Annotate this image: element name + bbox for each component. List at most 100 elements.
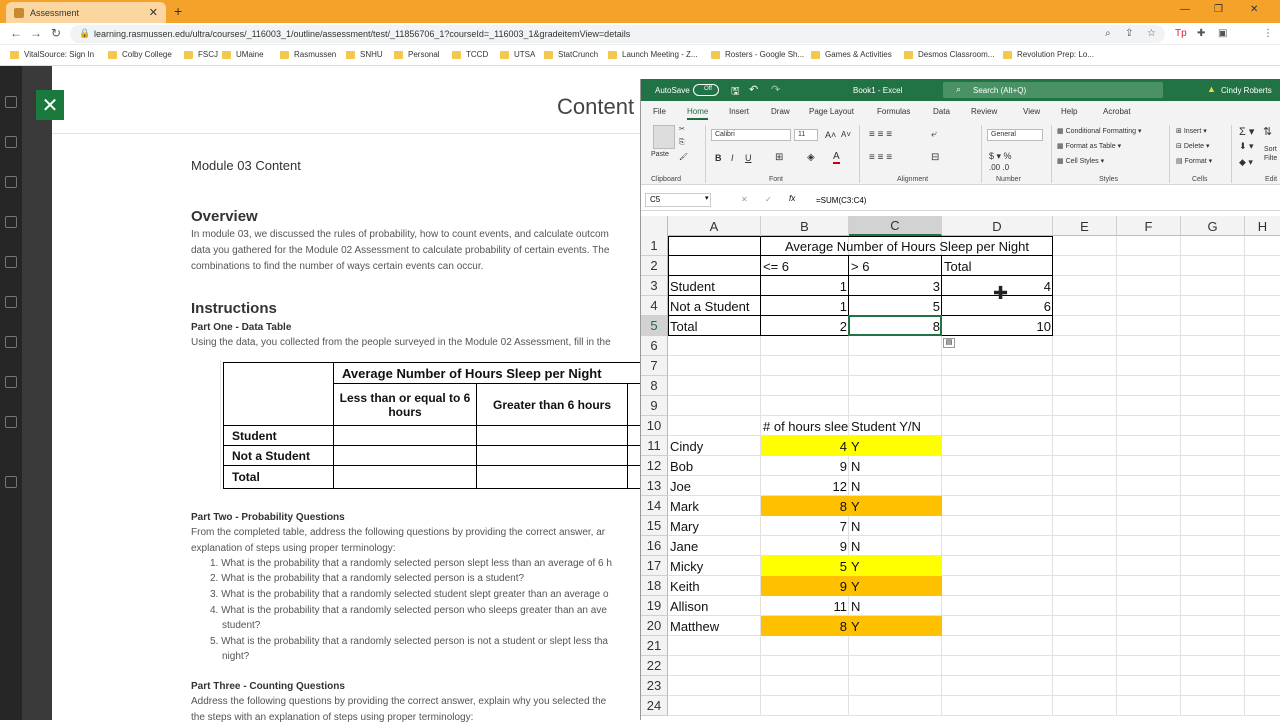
format-painter-icon[interactable]: 🖌 [679,153,688,161]
row-header[interactable]: 6 [641,336,668,356]
sort-filter-icon[interactable]: ⇅ [1263,125,1272,138]
ribbon-tab-home[interactable]: Home [687,107,709,120]
bookmark-item[interactable]: Colby College [108,50,172,59]
cell[interactable]: # of hours sleep [761,416,849,436]
select-all-corner[interactable] [641,216,668,236]
cell[interactable]: 7 [761,516,849,536]
menu-icon[interactable]: ⋮ [1263,28,1273,39]
row-header[interactable]: 20 [641,616,668,636]
row-header[interactable]: 17 [641,556,668,576]
save-icon[interactable]: 🖫 [731,84,740,101]
cell[interactable]: Average Number of Hours Sleep per Night [761,236,1053,256]
redo-icon[interactable]: ↷ [771,83,780,96]
reload-icon[interactable]: ↻ [51,26,61,40]
cell[interactable]: 5 [849,296,942,316]
cell[interactable]: Y [849,616,942,636]
ribbon-tab-formulas[interactable]: Formulas [877,107,910,116]
cell[interactable]: Mark [668,496,761,516]
bookmark-item[interactable]: StatCrunch [544,50,598,59]
cell[interactable]: 1 [761,276,849,296]
cell[interactable]: 10 [942,316,1053,336]
cell[interactable]: 9 [761,456,849,476]
row-header[interactable]: 7 [641,356,668,376]
row-header[interactable]: 11 [641,436,668,456]
format-as-table-button[interactable]: ▦ Format as Table ▾ [1057,142,1121,150]
font-size-box[interactable]: 11 [794,129,818,141]
close-tab-icon[interactable]: ✕ [149,6,158,19]
bookmark-item[interactable]: Desmos Classroom... [904,50,994,59]
cell[interactable]: Matthew [668,616,761,636]
back-icon[interactable]: ← [10,26,22,40]
cell[interactable]: Y [849,556,942,576]
row-header[interactable]: 9 [641,396,668,416]
italic-icon[interactable]: I [731,153,734,163]
forward-icon[interactable]: → [30,26,42,40]
sidebar-icon[interactable]: ▣ [1218,28,1227,39]
bookmark-item[interactable]: TCCD [452,50,488,59]
close-panel-button[interactable]: ✕ [36,90,64,120]
row-header[interactable]: 2 [641,256,668,276]
signout-icon[interactable] [5,476,17,488]
cell[interactable]: Student Y/N [849,416,942,436]
bookmark-item[interactable]: VitalSource: Sign In [10,50,94,59]
bookmark-star-icon[interactable]: ☆ [1147,28,1156,39]
profile-icon[interactable] [5,136,17,148]
cell[interactable]: Y [849,436,942,456]
cell[interactable]: Micky [668,556,761,576]
row-header[interactable]: 19 [641,596,668,616]
cancel-entry-icon[interactable]: ✕ [741,195,748,204]
cell[interactable]: 5 [761,556,849,576]
ribbon-tab-review[interactable]: Review [971,107,997,116]
filter-label[interactable]: Filte [1264,155,1277,162]
column-header-b[interactable]: B [761,216,849,236]
browser-tab[interactable]: Assessment ✕ [6,2,166,23]
extension-icon[interactable]: Tp [1175,28,1187,39]
row-header[interactable]: 22 [641,656,668,676]
organizations-icon[interactable] [5,256,17,268]
cell[interactable]: Keith [668,576,761,596]
excel-search-box[interactable]: Search (Alt+Q) [943,82,1163,98]
delete-cells-button[interactable]: ⊟ Delete ▾ [1176,142,1210,150]
address-bar[interactable]: 🔒 learning.rasmussen.edu/ultra/courses/_… [70,25,1165,43]
row-header[interactable]: 1 [641,236,668,256]
cut-icon[interactable]: ✂ [679,125,685,133]
column-header-a[interactable]: A [668,216,761,236]
enter-entry-icon[interactable]: ✓ [765,195,772,204]
insert-cells-button[interactable]: ⊞ Insert ▾ [1176,127,1207,135]
cell[interactable]: Total [668,316,761,336]
number-format-box[interactable]: General [987,129,1043,141]
row-header[interactable]: 23 [641,676,668,696]
bold-icon[interactable]: B [715,153,722,163]
cell[interactable]: 9 [761,536,849,556]
cell[interactable]: N [849,476,942,496]
cell[interactable]: 3 [849,276,942,296]
ribbon-tab-draw[interactable]: Draw [771,107,790,116]
row-header[interactable]: 16 [641,536,668,556]
window-close-icon[interactable]: ✕ [1250,4,1258,15]
paste-button[interactable]: Paste [651,151,669,158]
cell[interactable]: <= 6 [761,256,849,276]
new-tab-button[interactable]: + [174,3,182,19]
wrap-text-icon[interactable]: ⤶ [931,129,937,140]
align-top-icon[interactable]: ≡ ≡ ≡ [869,129,892,140]
font-name-box[interactable]: Calibri [711,129,791,141]
ribbon-tab-help[interactable]: Help [1061,107,1077,116]
merge-center-icon[interactable]: ⊟ [931,152,939,163]
row-header[interactable]: 13 [641,476,668,496]
quick-analysis-icon[interactable]: ▤ [943,338,955,348]
courses-icon[interactable] [5,216,17,228]
ribbon-tab-data[interactable]: Data [933,107,950,116]
cell[interactable]: 12 [761,476,849,496]
bookmark-item[interactable]: UTSA [500,50,535,59]
excel-user-name[interactable]: Cindy Roberts [1221,86,1272,95]
formula-input[interactable]: =SUM(C3:C4) [816,196,866,205]
tools-icon[interactable] [5,416,17,428]
column-header-d[interactable]: D [942,216,1053,236]
column-header-h[interactable]: H [1245,216,1280,236]
cell[interactable]: > 6 [849,256,942,276]
name-box[interactable]: C5 [645,193,711,207]
ribbon-tab-insert[interactable]: Insert [729,107,749,116]
cell[interactable]: Student [668,276,761,296]
cell[interactable]: 11 [761,596,849,616]
conditional-formatting-button[interactable]: ▦ Conditional Formatting ▾ [1057,127,1141,135]
